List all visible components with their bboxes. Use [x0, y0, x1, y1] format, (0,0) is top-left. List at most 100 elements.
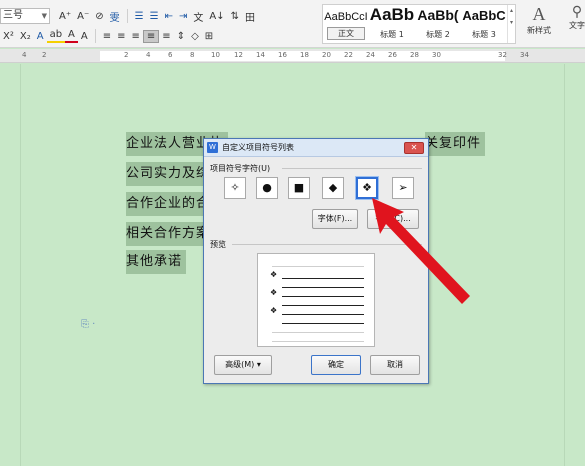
style-heading-2[interactable]: AaBb( 标题 2 — [415, 5, 461, 43]
bullet-option-square[interactable]: ■ — [288, 177, 310, 199]
style-preview: AaBbC — [462, 8, 506, 23]
font-size-value: 三号 — [3, 10, 23, 21]
text-tools-label: 文字 — [569, 21, 585, 30]
ruler-tick: 4 — [146, 51, 151, 59]
ribbon-row-1: 三号 ▼ A⁺ A⁻ ⊘ 雯 ☰ ☰ ⇤ ⇥ 文 A↓ ⇅ 田 — [0, 6, 258, 26]
close-button[interactable]: ✕ — [404, 142, 424, 154]
preview-divider — [232, 244, 422, 245]
custom-bullet-dialog: W 自定义项目符号列表 ✕ 项目符号字符(U) ✧ ● ■ ◆ ❖ ➢ 字体(F… — [203, 138, 429, 384]
ok-button[interactable]: 确定 — [311, 355, 361, 375]
dialog-title: 自定义项目符号列表 — [222, 143, 294, 152]
border-button[interactable]: ⊞ — [202, 31, 216, 42]
justify-button[interactable]: ≡ — [142, 29, 160, 43]
style-normal[interactable]: AaBbCcI 正文 — [323, 5, 369, 43]
preview-bullet: ❖ — [270, 306, 278, 315]
paragraph-marker-icon[interactable]: ⎘ · — [81, 319, 95, 330]
cancel-button[interactable]: 取消 — [370, 355, 420, 375]
doc-line-1-right[interactable]: 关复印件 — [425, 132, 486, 156]
preview-bullet: ❖ — [270, 270, 278, 279]
app-icon: W — [207, 142, 218, 153]
style-caption: 标题 2 — [426, 30, 450, 39]
align-left-button[interactable]: ≡ — [100, 31, 114, 42]
font-color-button[interactable]: A — [65, 29, 78, 43]
bullet-option-four-diamond[interactable]: ❖ — [356, 177, 378, 199]
line-spacing-button[interactable]: ⇅ — [228, 11, 242, 22]
phonetic-guide-button[interactable]: 雯 — [107, 9, 123, 24]
style-preview: AaBb( — [417, 7, 459, 23]
doc-line-4[interactable]: 相关合作方案 — [126, 222, 215, 246]
align-center-button[interactable]: ≡ — [114, 31, 128, 42]
highlight-button[interactable]: ab — [46, 29, 66, 43]
chevron-down-icon: ▼ — [41, 12, 47, 20]
ruler-tick: 30 — [432, 51, 441, 59]
style-preview: AaBbCcI — [324, 11, 368, 23]
ruler-tick: 24 — [366, 51, 375, 59]
bullet-option-diamond[interactable]: ◆ — [322, 177, 344, 199]
ruler-tick: 4 — [22, 51, 27, 59]
ribbon: 三号 ▼ A⁺ A⁻ ⊘ 雯 ☰ ☰ ⇤ ⇥ 文 A↓ ⇅ 田 X² X₂ A … — [0, 0, 585, 48]
doc-line-5[interactable]: 其他承诺 — [126, 250, 187, 274]
advanced-button[interactable]: 高级(M) ▾ — [214, 355, 272, 375]
style-heading-1[interactable]: AaBb 标题 1 — [369, 5, 415, 43]
preview-label: 预览 — [210, 240, 226, 249]
preview-bullet: ❖ — [270, 288, 278, 297]
chinese-layout-button[interactable]: 文 — [190, 9, 206, 24]
char-shading-button[interactable]: A — [78, 31, 91, 42]
clear-format-button[interactable]: ⊘ — [92, 11, 106, 22]
new-style-icon: A — [532, 4, 546, 24]
font-button[interactable]: 字体(F)... — [312, 209, 358, 229]
distributed-button[interactable]: ≡ — [159, 31, 173, 42]
styles-gallery: AaBbCcI 正文 AaBb 标题 1 AaBb( 标题 2 AaBbC 标题… — [322, 4, 516, 44]
align-right-button[interactable]: ≡ — [129, 31, 143, 42]
text-tools-button[interactable]: ⚲ 文字 — [562, 4, 585, 44]
bullet-list-button[interactable]: ☰ — [132, 11, 147, 22]
numbered-list-button[interactable]: ☰ — [147, 11, 162, 22]
new-style-button[interactable]: A 新样式 — [520, 4, 558, 44]
shading-button[interactable]: ◇ — [188, 31, 202, 42]
new-style-label: 新样式 — [527, 26, 551, 35]
shrink-font-button[interactable]: A⁻ — [74, 11, 92, 22]
ruler-tick: 2 — [42, 51, 47, 59]
style-preview: AaBb — [369, 5, 415, 24]
table-button[interactable]: 田 — [242, 9, 258, 24]
bullet-option-arrow[interactable]: ➢ — [392, 177, 414, 199]
grow-font-button[interactable]: A⁺ — [56, 11, 74, 22]
style-heading-3[interactable]: AaBbC 标题 3 — [461, 5, 507, 43]
ruler-tick: 34 — [520, 51, 529, 59]
ruler-tick: 8 — [190, 51, 195, 59]
style-caption: 正文 — [327, 27, 365, 40]
font-size-select[interactable]: 三号 ▼ — [0, 8, 50, 24]
ruler-tick: 12 — [234, 51, 243, 59]
separator — [94, 29, 96, 43]
increase-indent-button[interactable]: ⇥ — [176, 11, 190, 22]
horizontal-ruler[interactable]: 4 2 2 4 6 8 10 12 14 16 18 20 22 24 26 2… — [0, 49, 585, 63]
gallery-scroll-arrows[interactable]: ▴ ▾ — [507, 5, 515, 43]
ruler-tick: 14 — [256, 51, 265, 59]
ruler-tick: 6 — [168, 51, 173, 59]
superscript-button[interactable]: X² — [0, 31, 17, 42]
text-tools-icon: ⚲ — [571, 4, 583, 20]
text-effect-button[interactable]: A — [34, 31, 47, 42]
ruler-tick: 28 — [410, 51, 419, 59]
style-caption: 标题 1 — [380, 30, 404, 39]
character-button[interactable]: 字符(C)... — [367, 209, 419, 229]
ruler-tick: 32 — [498, 51, 507, 59]
ruler-tick: 18 — [300, 51, 309, 59]
dialog-titlebar[interactable]: W 自定义项目符号列表 ✕ — [204, 139, 428, 157]
ruler-tick: 22 — [344, 51, 353, 59]
preview-line — [258, 337, 376, 347]
sort-button[interactable]: A↓ — [206, 11, 227, 22]
bullet-char-group-label: 项目符号字符(U) — [210, 164, 271, 173]
separator — [126, 9, 128, 23]
group-divider — [282, 168, 422, 169]
paragraph-spacing-button[interactable]: ⇕ — [174, 31, 188, 42]
bullet-option-circle[interactable]: ● — [256, 177, 278, 199]
bullet-option-diamond-outline[interactable]: ✧ — [224, 177, 246, 199]
ruler-tick: 20 — [322, 51, 331, 59]
ruler-tick: 16 — [278, 51, 287, 59]
decrease-indent-button[interactable]: ⇤ — [162, 11, 176, 22]
style-caption: 标题 3 — [472, 30, 496, 39]
ruler-tick: 2 — [124, 51, 129, 59]
ruler-tick: 10 — [211, 51, 220, 59]
subscript-button[interactable]: X₂ — [17, 31, 34, 42]
